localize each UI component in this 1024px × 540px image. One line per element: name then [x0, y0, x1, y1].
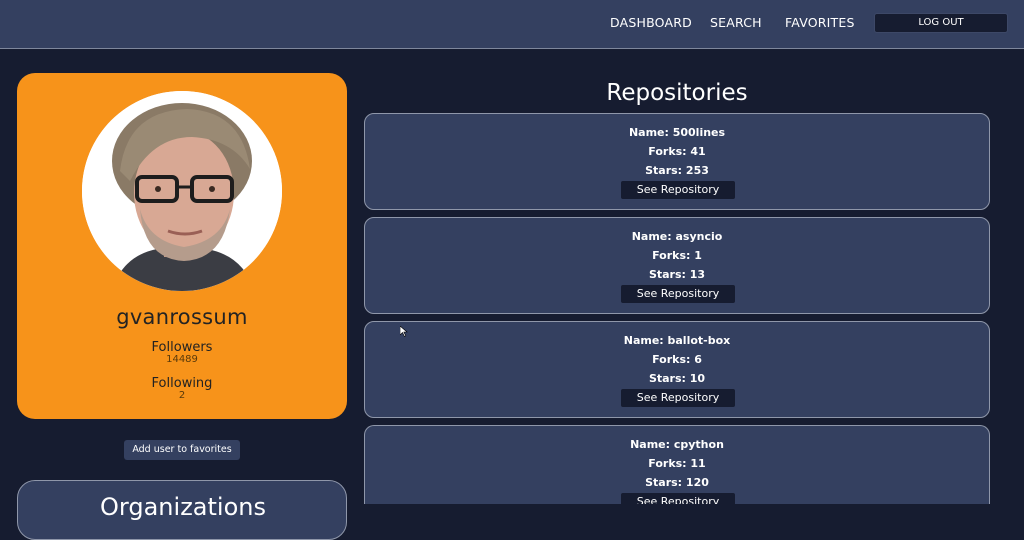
nav-link-dashboard[interactable]: DASHBOARD: [610, 15, 692, 30]
following-label: Following: [151, 376, 213, 391]
avatar: [82, 91, 282, 291]
navbar: DASHBOARD SEARCH FAVORITES LOG OUT: [0, 0, 1024, 49]
repo-name: Name: 500lines: [628, 126, 726, 139]
see-repository-button[interactable]: See Repository: [621, 389, 735, 407]
repo-stars: Stars: 13: [648, 268, 706, 281]
username: gvanrossum: [116, 305, 248, 329]
repo-stars: Stars: 120: [645, 476, 709, 489]
repo-card: Name: ballot-box Forks: 6 Stars: 10 See …: [364, 321, 990, 418]
see-repository-button[interactable]: See Repository: [621, 181, 735, 199]
organizations-card: Organizations: [17, 480, 347, 540]
see-repository-button[interactable]: See Repository: [621, 493, 735, 504]
nav-link-search[interactable]: SEARCH: [710, 15, 762, 30]
repo-forks: Forks: 1: [652, 249, 702, 262]
followers-label: Followers: [151, 340, 213, 355]
repo-forks: Forks: 6: [652, 353, 702, 366]
following-count: 2: [178, 390, 186, 401]
repo-card: Name: asyncio Forks: 1 Stars: 13 See Rep…: [364, 217, 990, 314]
repo-name: Name: asyncio: [631, 230, 723, 243]
repo-forks: Forks: 41: [648, 145, 706, 158]
avatar-image: [82, 91, 282, 291]
organizations-title: Organizations: [100, 493, 266, 521]
repo-card: Name: cpython Forks: 11 Stars: 120 See R…: [364, 425, 990, 504]
repo-card: Name: 500lines Forks: 41 Stars: 253 See …: [364, 113, 990, 210]
repo-forks: Forks: 11: [648, 457, 706, 470]
repo-stars: Stars: 253: [645, 164, 709, 177]
add-to-favorites-button[interactable]: Add user to favorites: [124, 440, 240, 460]
repositories-title: Repositories: [606, 80, 748, 106]
profile-card: gvanrossum Followers 14489 Following 2: [17, 73, 347, 419]
logout-button[interactable]: LOG OUT: [874, 13, 1008, 33]
followers-count: 14489: [166, 354, 198, 365]
see-repository-button[interactable]: See Repository: [621, 285, 735, 303]
mouse-cursor-icon: [400, 326, 408, 337]
nav-link-favorites[interactable]: FAVORITES: [785, 15, 855, 30]
repo-name: Name: ballot-box: [623, 334, 731, 347]
repo-name: Name: cpython: [630, 438, 724, 451]
repo-stars: Stars: 10: [648, 372, 706, 385]
